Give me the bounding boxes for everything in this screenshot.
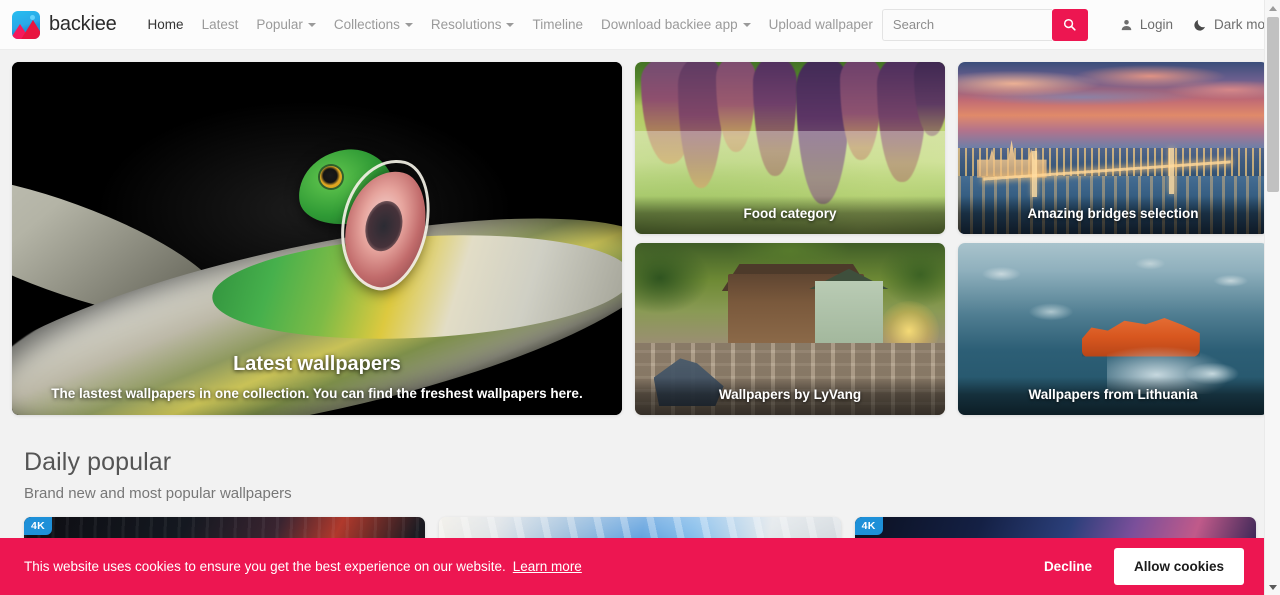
chevron-down-icon xyxy=(506,22,515,27)
cookie-message: This website uses cookies to ensure you … xyxy=(24,559,506,574)
hero-title: Latest wallpapers xyxy=(233,353,401,375)
scroll-down-button[interactable] xyxy=(1265,579,1280,595)
feature-card-lyvang[interactable]: Wallpapers by LyVang xyxy=(635,243,945,415)
nav-label: Resolutions xyxy=(430,17,502,32)
login-button[interactable]: Login xyxy=(1110,11,1183,38)
chevron-down-icon xyxy=(307,22,316,27)
page-root: backiee Home Latest Popular Collections … xyxy=(0,0,1280,595)
nav-item-download-app[interactable]: Download backiee app xyxy=(592,11,760,38)
decline-cookies-button[interactable]: Decline xyxy=(1038,551,1098,582)
moon-icon xyxy=(1194,19,1205,31)
nav-item-resolutions[interactable]: Resolutions xyxy=(422,11,524,38)
nav-label: Popular xyxy=(256,17,303,32)
nav-label: Timeline xyxy=(532,17,583,32)
feature-card-caption: Food category xyxy=(635,195,945,234)
feature-card-title: Amazing bridges selection xyxy=(1027,205,1199,221)
navbar-right-group: Login Dark mode xyxy=(881,8,1280,41)
nav-label: Latest xyxy=(201,17,239,32)
resolution-badge: 4K xyxy=(24,516,53,535)
cookie-consent-banner: This website uses cookies to ensure you … xyxy=(0,538,1268,595)
feature-card-caption: Wallpapers from Lithuania xyxy=(958,376,1268,415)
nav-item-latest[interactable]: Latest xyxy=(193,11,248,38)
chevron-down-icon xyxy=(1269,584,1277,590)
nav-item-collections[interactable]: Collections xyxy=(325,11,422,38)
hero-card-latest-wallpapers[interactable]: Latest wallpapers The lastest wallpapers… xyxy=(12,62,622,415)
top-navbar: backiee Home Latest Popular Collections … xyxy=(0,0,1280,50)
nav-label: Home xyxy=(147,17,184,32)
mountain-logo-icon xyxy=(12,10,40,39)
search-input[interactable] xyxy=(881,8,1052,41)
search-icon xyxy=(1064,18,1077,31)
primary-nav: Home Latest Popular Collections Resoluti… xyxy=(139,11,882,38)
feature-card-amazing-bridges[interactable]: Amazing bridges selection xyxy=(958,62,1268,234)
cookie-actions: Decline Allow cookies xyxy=(1038,548,1244,585)
user-icon xyxy=(1121,19,1132,30)
hero-subtitle: The lastest wallpapers in one collection… xyxy=(51,386,583,401)
scroll-up-button[interactable] xyxy=(1265,0,1280,16)
resolution-badge: 4K xyxy=(854,516,883,535)
feature-card-caption: Amazing bridges selection xyxy=(958,195,1268,234)
chevron-up-icon xyxy=(1269,5,1277,11)
nav-item-upload-wallpaper[interactable]: Upload wallpaper xyxy=(760,11,882,38)
feature-card-lithuania[interactable]: Wallpapers from Lithuania xyxy=(958,243,1268,415)
brand-logo-link[interactable]: backiee xyxy=(12,10,117,39)
page-subtitle: Brand new and most popular wallpapers xyxy=(24,484,292,502)
nav-item-popular[interactable]: Popular xyxy=(247,11,325,38)
feature-card-caption: Wallpapers by LyVang xyxy=(635,376,945,415)
feature-card-title: Wallpapers from Lithuania xyxy=(1028,386,1198,402)
search-button[interactable] xyxy=(1051,8,1088,41)
feature-card-title: Food category xyxy=(743,205,837,221)
nav-label: Collections xyxy=(333,17,400,32)
brand-name: backiee xyxy=(49,13,117,35)
nav-item-timeline[interactable]: Timeline xyxy=(523,11,592,38)
daily-popular-header: Daily popular Brand new and most popular… xyxy=(12,415,1268,502)
featured-collections-grid: Latest wallpapers The lastest wallpapers… xyxy=(12,62,1268,415)
nav-label: Upload wallpaper xyxy=(768,17,873,32)
learn-more-link[interactable]: Learn more xyxy=(513,559,582,574)
login-label: Login xyxy=(1139,17,1173,32)
chevron-down-icon xyxy=(742,22,751,27)
cookie-message-group: This website uses cookies to ensure you … xyxy=(24,559,582,574)
search-form xyxy=(881,8,1088,41)
page-title: Daily popular xyxy=(24,448,172,476)
vertical-scrollbar[interactable] xyxy=(1264,0,1280,595)
chevron-down-icon xyxy=(404,22,413,27)
main-content: Latest wallpapers The lastest wallpapers… xyxy=(0,50,1280,595)
hero-caption: Latest wallpapers The lastest wallpapers… xyxy=(12,353,622,415)
feature-card-food-category[interactable]: Food category xyxy=(635,62,945,234)
nav-item-home[interactable]: Home xyxy=(139,11,193,38)
scrollbar-thumb[interactable] xyxy=(1267,17,1279,192)
nav-label: Download backiee app xyxy=(600,17,738,32)
allow-cookies-button[interactable]: Allow cookies xyxy=(1113,548,1244,585)
feature-card-title: Wallpapers by LyVang xyxy=(718,386,862,402)
